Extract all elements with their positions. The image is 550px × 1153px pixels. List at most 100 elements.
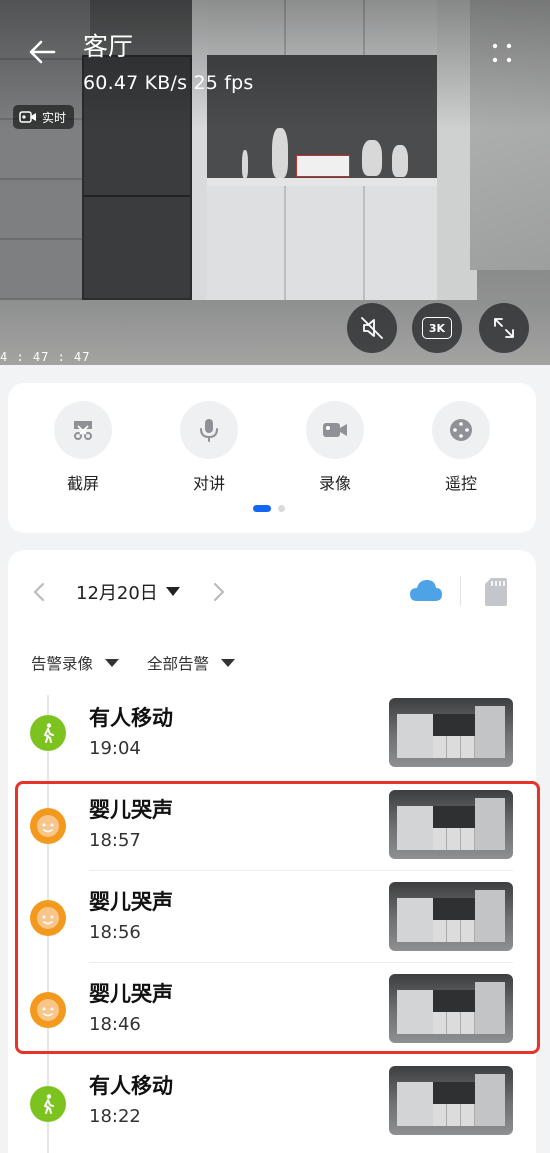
thumb-cabinet <box>433 920 475 942</box>
date-label: 12月20日 <box>76 583 158 604</box>
quality-button[interactable]: 3K <box>412 303 462 353</box>
stream-stats: 60.47 KB/s 25 fps <box>83 72 254 94</box>
video-timestamp: 4 : 47 : 47 <box>0 350 91 364</box>
event-time: 19:04 <box>89 738 141 759</box>
baby-face-icon <box>37 999 59 1021</box>
event-type-badge <box>30 808 66 844</box>
prev-day-button[interactable] <box>28 580 50 604</box>
event-thumbnail[interactable] <box>389 882 513 951</box>
live-label: 实时 <box>42 110 67 125</box>
event-thumbnail[interactable] <box>389 698 513 767</box>
gamepad-icon <box>450 419 472 441</box>
scene-decor <box>272 128 288 178</box>
thumb-cabinet <box>397 1082 433 1126</box>
tool-icon-circle <box>306 401 364 459</box>
page-title: 客厅 <box>83 32 134 61</box>
video-camera-icon <box>323 423 347 437</box>
page-dot <box>278 505 285 512</box>
thumb-niche <box>433 806 475 828</box>
event-type-badge <box>30 1086 66 1122</box>
thumb-niche <box>433 990 475 1012</box>
event-thumbnail[interactable] <box>389 974 513 1043</box>
cloud-icon <box>410 580 442 601</box>
cloud-storage-button[interactable] <box>408 576 444 606</box>
scene-decor <box>392 145 408 177</box>
sd-card-button[interactable] <box>483 576 509 608</box>
events-card: 12月20日 告警录像 全部告警 有人移动 19:04 婴儿哭声 18:57 婴… <box>8 550 540 1153</box>
caret-down-icon <box>221 659 236 667</box>
thumb-cabinet <box>397 898 433 942</box>
caret-down-icon <box>165 587 180 596</box>
next-day-button[interactable] <box>208 580 230 604</box>
recording-type-filter[interactable]: 告警录像 <box>31 652 120 674</box>
event-item[interactable]: 婴儿哭声 18:56 <box>8 874 536 964</box>
thumb-cabinet <box>433 828 475 850</box>
event-thumbnail[interactable] <box>389 790 513 859</box>
arrow-left-icon <box>29 40 56 64</box>
video-player[interactable]: 客厅 60.47 KB/s 25 fps 实时 4 : 47 : 47 3K <box>0 0 550 365</box>
speaker-muted-icon <box>361 317 383 339</box>
thumb-niche <box>433 714 475 736</box>
more-dots-icon <box>492 43 512 63</box>
row-divider <box>89 962 513 963</box>
scene-decor <box>362 140 382 176</box>
thumb-cabinet <box>433 736 475 758</box>
thumb-wall <box>475 890 505 942</box>
event-item[interactable]: 有人移动 19:04 <box>8 690 536 780</box>
chevron-left-icon <box>34 583 44 601</box>
event-item[interactable]: 有人移动 18:22 <box>8 1058 536 1148</box>
event-title: 婴儿哭声 <box>89 798 173 822</box>
screenshot-icon <box>74 421 92 440</box>
event-thumbnail[interactable] <box>389 1066 513 1135</box>
live-video-icon <box>19 111 36 123</box>
event-title: 婴儿哭声 <box>89 890 173 914</box>
screenshot-button[interactable]: 截屏 <box>43 401 123 494</box>
microphone-icon <box>200 419 218 442</box>
event-title: 有人移动 <box>89 706 173 730</box>
tool-icon-circle <box>432 401 490 459</box>
walking-person-icon <box>44 723 54 743</box>
fullscreen-icon <box>494 318 514 338</box>
row-divider <box>89 870 513 871</box>
walking-person-icon <box>44 1094 54 1114</box>
chevron-right-icon <box>214 583 224 601</box>
date-row: 12月20日 <box>28 576 518 608</box>
thumb-wall <box>475 798 505 850</box>
tool-icon-circle <box>54 401 112 459</box>
thumb-cabinet <box>397 990 433 1034</box>
tools-card: 截屏 对讲 录像 遥控 <box>8 383 536 533</box>
date-selector[interactable]: 12月20日 <box>76 579 180 605</box>
scene-cabinet <box>207 186 437 306</box>
fullscreen-button[interactable] <box>479 303 529 353</box>
mute-button[interactable] <box>347 303 397 353</box>
thumb-cabinet <box>433 1104 475 1126</box>
baby-face-icon <box>37 815 59 837</box>
thumb-wall <box>475 1074 505 1126</box>
event-title: 婴儿哭声 <box>89 982 173 1006</box>
event-type-badge <box>30 715 66 751</box>
event-type-badge <box>30 992 66 1028</box>
tool-icon-circle <box>180 401 238 459</box>
live-badge[interactable]: 实时 <box>13 105 75 129</box>
video-shade <box>0 0 550 130</box>
event-time: 18:57 <box>89 830 141 851</box>
thumb-cabinet <box>433 1012 475 1034</box>
event-item[interactable]: 婴儿哭声 18:57 <box>8 782 536 872</box>
caret-down-icon <box>105 659 120 667</box>
more-button[interactable] <box>486 38 518 70</box>
baby-face-icon <box>37 907 59 929</box>
scene-shelf <box>207 178 437 186</box>
page-indicator <box>253 505 285 512</box>
divider <box>460 576 461 606</box>
event-item[interactable]: 婴儿哭声 18:46 <box>8 966 536 1056</box>
thumb-wall <box>475 982 505 1034</box>
back-button[interactable] <box>26 36 58 68</box>
record-button[interactable]: 录像 <box>295 401 375 494</box>
sd-card-icon <box>485 578 507 606</box>
remote-button[interactable]: 遥控 <box>421 401 501 494</box>
event-type-badge <box>30 900 66 936</box>
alert-type-filter[interactable]: 全部告警 <box>147 652 236 674</box>
thumb-cabinet <box>397 806 433 850</box>
talk-button[interactable]: 对讲 <box>169 401 249 494</box>
thumb-cabinet <box>397 714 433 758</box>
